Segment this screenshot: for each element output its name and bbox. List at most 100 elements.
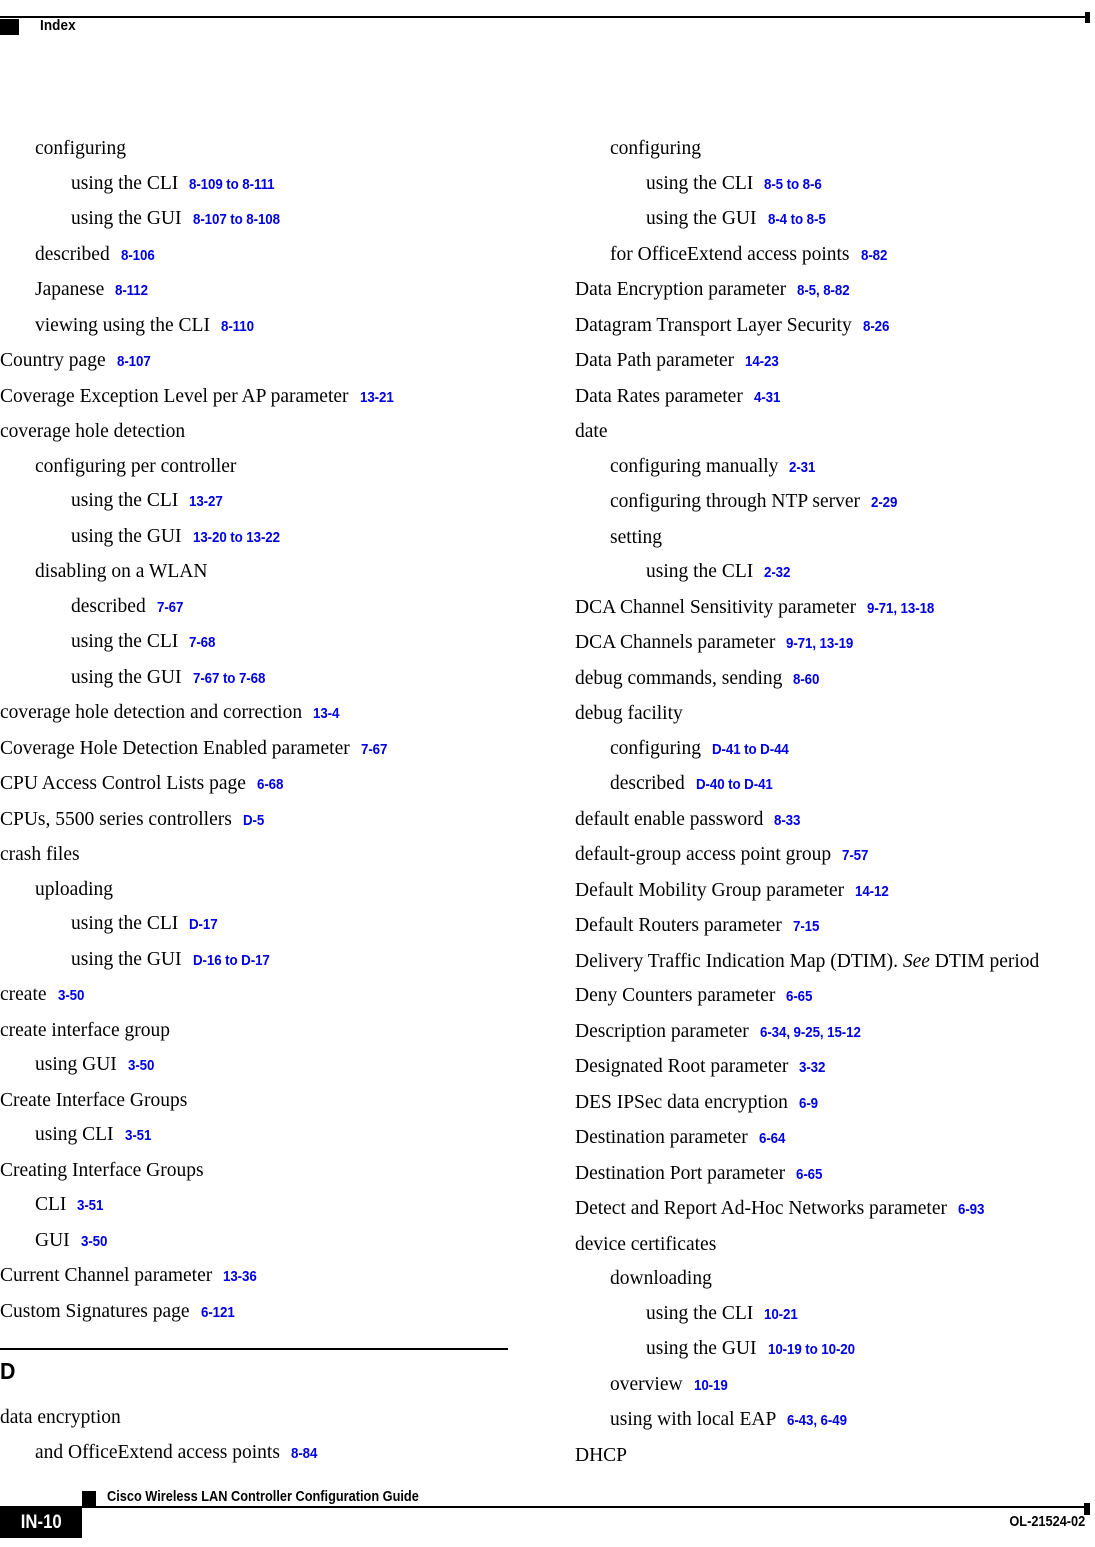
index-entry: Deny Counters parameter 6-65 [575, 979, 1085, 1015]
index-entry-page-reference[interactable]: 13-21 [360, 381, 394, 416]
index-entry-page-reference[interactable]: 13-4 [313, 697, 339, 732]
index-entry-term: Coverage Exception Level per AP paramete… [0, 385, 349, 407]
index-entry-term: debug commands, sending [575, 667, 783, 689]
index-entry-page-reference[interactable]: 14-23 [745, 345, 779, 380]
page-header: Index [0, 0, 1095, 60]
index-entry-page-reference[interactable]: 3-51 [77, 1189, 103, 1224]
index-entry-page-reference[interactable]: 8-5, 8-82 [797, 274, 850, 309]
index-entry-page-reference[interactable]: 6-93 [958, 1193, 984, 1228]
index-entry-page-reference[interactable]: 10-19 [694, 1369, 728, 1404]
index-entry-page-reference[interactable]: 6-68 [257, 768, 283, 803]
index-entry-page-reference[interactable]: 3-50 [58, 979, 84, 1014]
index-entry-page-reference[interactable]: 7-67 [361, 733, 387, 768]
index-entry-page-reference[interactable]: 7-57 [842, 839, 868, 874]
index-entry-page-reference[interactable]: 8-26 [863, 310, 889, 345]
index-entry: Coverage Exception Level per AP paramete… [0, 380, 510, 416]
index-entry: using the CLI 8-109 to 8-111 [71, 167, 510, 203]
index-entry-page-reference[interactable]: 2-29 [871, 486, 897, 521]
index-entry-page-reference[interactable]: 8-60 [793, 663, 819, 698]
index-entry-term: using the GUI [71, 525, 182, 547]
index-entry-page-reference[interactable]: 6-64 [759, 1122, 785, 1157]
index-entry: Japanese 8-112 [35, 273, 510, 309]
index-entry-page-reference[interactable]: 6-65 [786, 980, 812, 1015]
index-entry-page-reference[interactable]: 4-31 [754, 381, 780, 416]
index-entry-page-reference[interactable]: 13-36 [223, 1260, 257, 1295]
index-entry-page-reference[interactable]: 7-67 to 7-68 [193, 662, 265, 697]
footer-guide-title: Cisco Wireless LAN Controller Configurat… [107, 1489, 419, 1505]
index-entry-list-left: configuring using the CLI 8-109 to 8-111 us… [0, 132, 510, 1330]
index-entry-page-reference[interactable]: 6-34, 9-25, 15-12 [760, 1016, 861, 1051]
index-entry-page-reference[interactable]: 6-121 [201, 1296, 235, 1331]
index-entry-page-reference[interactable]: 8-5 to 8-6 [764, 168, 822, 203]
index-entry-term: using the GUI [71, 208, 182, 229]
index-entry-page-reference[interactable]: 8-107 to 8-108 [193, 203, 280, 238]
index-column-right: configuring using the CLI 8-5 to 8-6 using … [575, 132, 1085, 1473]
index-entry-page-reference[interactable]: D-40 to D-41 [696, 768, 773, 803]
index-entry-page-reference[interactable]: 6-43, 6-49 [787, 1404, 847, 1439]
index-entry: Datagram Transport Layer Security 8-26 [575, 309, 1085, 345]
index-entry-term: device certificates [575, 1233, 717, 1255]
index-entry-page-reference[interactable]: 2-32 [764, 556, 790, 591]
index-entry-page-reference[interactable]: 8-110 [221, 310, 254, 345]
index-entry: and OfficeExtend access points 8-84 [35, 1436, 510, 1472]
index-entry: coverage hole detection and correction 13… [0, 696, 510, 732]
index-entry-term: Data Encryption parameter [575, 279, 787, 300]
index-entry-page-reference[interactable]: 3-51 [125, 1119, 151, 1154]
index-entry-page-reference[interactable]: 13-20 to 13-22 [193, 521, 280, 556]
index-entry-page-reference[interactable]: D-41 to D-44 [712, 733, 789, 768]
index-entry-page-reference[interactable]: 8-84 [291, 1437, 317, 1472]
index-entry: using the CLI 13-27 [71, 484, 510, 520]
index-entry-page-reference[interactable]: 6-9 [799, 1087, 818, 1122]
index-entry-page-reference[interactable]: 14-12 [855, 875, 889, 910]
index-entry-page-reference[interactable]: 10-19 to 10-20 [768, 1333, 855, 1368]
black-square-marker-icon [82, 1491, 96, 1507]
letter-section-rule [0, 1348, 508, 1350]
index-entry: data encryption [0, 1401, 510, 1436]
index-entry: Current Channel parameter 13-36 [0, 1259, 510, 1295]
index-entry-page-reference[interactable]: 7-67 [157, 591, 183, 626]
index-entry: viewing using the CLI 8-110 [35, 309, 510, 345]
index-entry-page-reference[interactable]: 8-107 [117, 345, 151, 380]
index-entry: described 8-106 [35, 238, 510, 274]
index-entry-term: coverage hole detection and correction [0, 702, 303, 723]
index-entry-page-reference[interactable]: 13-27 [189, 485, 223, 520]
index-entry: Delivery Traffic Indication Map (DTIM). … [575, 945, 1085, 980]
index-entry: default enable password 8-33 [575, 803, 1085, 839]
index-entry-page-reference[interactable]: D-5 [243, 804, 264, 839]
index-entry-page-reference[interactable]: 8-112 [115, 274, 148, 309]
index-entry-page-reference[interactable]: 8-106 [121, 239, 155, 274]
index-entry-page-reference[interactable]: 7-68 [189, 626, 215, 661]
index-entry-page-reference[interactable]: 9-71, 13-19 [786, 627, 853, 662]
index-entry-page-reference[interactable]: 8-33 [774, 804, 800, 839]
index-entry: CLI 3-51 [35, 1188, 510, 1224]
index-entry-page-reference[interactable]: 8-109 to 8-111 [189, 168, 275, 203]
index-entry-page-reference[interactable]: 8-82 [861, 239, 887, 274]
index-entry: Custom Signatures page 6-121 [0, 1295, 510, 1331]
index-entry-term: Data Rates parameter [575, 385, 743, 407]
index-entry-term: crash files [0, 844, 80, 865]
index-entry-term: DCA Channels parameter [575, 632, 776, 653]
index-entry-page-reference[interactable]: D-16 to D-17 [193, 944, 270, 979]
index-entry-page-reference[interactable]: 6-65 [796, 1158, 822, 1193]
index-entry: debug facility [575, 697, 1085, 732]
index-entry-term: and OfficeExtend access points [35, 1441, 280, 1463]
index-entry-page-reference[interactable]: 7-15 [793, 910, 819, 945]
index-entry: create interface group [0, 1014, 510, 1049]
index-entry-page-reference[interactable]: 3-50 [128, 1049, 154, 1084]
index-entry: Destination Port parameter 6-65 [575, 1157, 1085, 1193]
index-entry-page-reference[interactable]: 10-21 [764, 1298, 798, 1333]
index-entry-term: date [575, 421, 608, 442]
index-entry-term: using the CLI [71, 172, 179, 194]
index-entry: disabling on a WLAN [35, 555, 510, 590]
index-entry-page-reference[interactable]: 8-4 to 8-5 [768, 203, 826, 238]
index-entry-page-reference[interactable]: 3-50 [81, 1225, 107, 1260]
index-entry-term: using with local EAP [610, 1409, 777, 1430]
index-entry-page-reference[interactable]: 9-71, 13-18 [867, 592, 934, 627]
index-entry-page-reference[interactable]: D-17 [189, 908, 218, 943]
index-entry-page-reference[interactable]: 2-31 [789, 451, 815, 486]
index-entry-term: configuring [610, 138, 701, 159]
index-entry-term: GUI [35, 1229, 70, 1251]
index-entry-page-reference[interactable]: 3-32 [799, 1051, 825, 1086]
index-entry-term: DCA Channel Sensitivity parameter [575, 596, 857, 618]
index-entry-term: CPUs, 5500 series controllers [0, 808, 232, 830]
